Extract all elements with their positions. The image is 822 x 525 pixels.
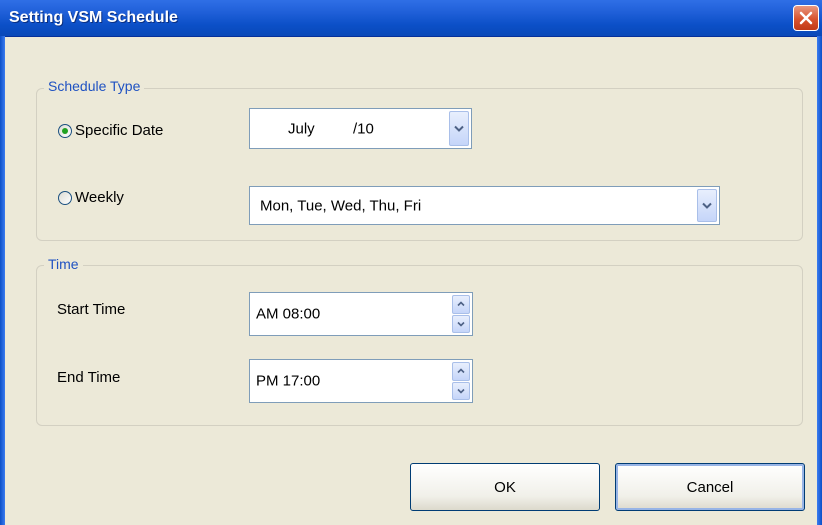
chevron-down-icon (454, 125, 464, 132)
specific-date-radio-button[interactable] (58, 123, 72, 138)
ok-button[interactable]: OK (410, 463, 600, 511)
start-time-input[interactable]: AM 08:00 (249, 292, 473, 336)
date-select[interactable]: July /10 (249, 108, 472, 149)
weekly-label: Weekly (75, 189, 124, 206)
window-title: Setting VSM Schedule (9, 9, 178, 26)
end-time-input[interactable]: PM 17:00 (249, 359, 473, 403)
start-time-down-button[interactable] (452, 314, 470, 333)
close-icon (799, 11, 813, 25)
window-border-right (817, 36, 822, 525)
weekly-radio[interactable]: Weekly (58, 189, 124, 206)
start-time-value: AM 08:00 (256, 305, 321, 323)
chevron-down-icon (702, 202, 712, 209)
cancel-button-label: Cancel (686, 478, 734, 496)
title-bar[interactable]: Setting VSM Schedule (0, 0, 822, 37)
weekly-days-value: Mon, Tue, Wed, Thu, Fri (260, 197, 422, 214)
start-time-spinner (452, 295, 470, 333)
dialog-window: Setting VSM Schedule Schedule Type Speci… (0, 0, 822, 525)
ok-button-label: OK (494, 478, 516, 496)
end-time-up-button[interactable] (452, 362, 470, 381)
end-time-down-button[interactable] (452, 381, 470, 400)
cancel-button[interactable]: Cancel (615, 463, 805, 511)
date-dropdown-button[interactable] (449, 111, 469, 146)
specific-date-radio[interactable]: Specific Date (58, 122, 163, 139)
close-button[interactable] (793, 5, 819, 31)
time-legend: Time (44, 256, 83, 272)
specific-date-label: Specific Date (75, 122, 164, 139)
date-month: July (288, 120, 315, 137)
end-time-label: End Time (57, 369, 121, 386)
end-time-value: PM 17:00 (256, 372, 321, 390)
arrow-down-icon (457, 321, 465, 327)
weekly-dropdown-button[interactable] (697, 189, 717, 222)
end-time-spinner (452, 362, 470, 400)
weekly-days-select[interactable]: Mon, Tue, Wed, Thu, Fri (249, 186, 720, 225)
arrow-up-icon (457, 368, 465, 374)
arrow-down-icon (457, 388, 465, 394)
weekly-radio-button[interactable] (58, 190, 72, 205)
date-day: /10 (353, 120, 374, 137)
window-border-left (0, 36, 5, 525)
start-time-label: Start Time (57, 301, 126, 318)
arrow-up-icon (457, 301, 465, 307)
start-time-up-button[interactable] (452, 295, 470, 314)
schedule-type-legend: Schedule Type (44, 78, 145, 94)
